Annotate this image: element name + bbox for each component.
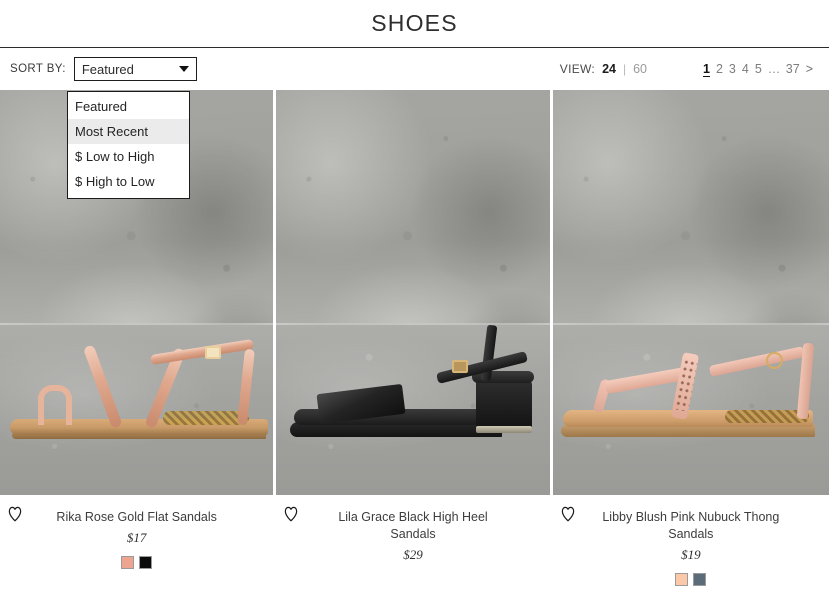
shoe-buckle (205, 346, 222, 359)
pagination: 1 2 3 4 5 … 37 > (703, 62, 813, 77)
product-info: Lila Grace Black High Heel Sandals $29 (276, 495, 549, 573)
product-image-black-block-heel-sandal[interactable] (276, 90, 550, 495)
heart-outline-icon[interactable] (6, 505, 24, 523)
heart-outline-icon[interactable] (559, 505, 577, 523)
view-option-60[interactable]: 60 (633, 62, 647, 76)
shoe-buckle (451, 360, 468, 373)
color-swatches (12, 556, 261, 569)
sort-option-low-to-high[interactable]: $ Low to High (68, 144, 189, 169)
page-link-4[interactable]: 4 (742, 62, 749, 76)
color-swatch[interactable] (121, 556, 135, 569)
shoe-illustration (553, 293, 829, 443)
sort-group: SORT BY: Featured (10, 57, 197, 81)
listing-toolbar: SORT BY: Featured VIEW: 24 | 60 1 2 3 4 … (0, 48, 829, 90)
product-price: $19 (681, 547, 701, 562)
shoe-strap-cross-left (82, 344, 123, 429)
shoe-heel-strap (237, 348, 256, 426)
product-title[interactable]: Libby Blush Pink Nubuck Thong Sandals (565, 509, 817, 543)
product-title[interactable]: Rika Rose Gold Flat Sandals (12, 509, 261, 526)
sort-select-value: Featured (81, 61, 134, 77)
shoe-ankle-strap (708, 346, 806, 377)
page-link-2[interactable]: 2 (716, 62, 723, 76)
shoe-insole-print (163, 411, 250, 425)
product-title[interactable]: Lila Grace Black High Heel Sandals (288, 509, 537, 543)
page-link-3[interactable]: 3 (729, 62, 736, 76)
color-swatches (565, 573, 817, 586)
product-price: $29 (403, 547, 423, 562)
shoe-ankle-strap (149, 338, 255, 366)
pagination-ellipsis: … (767, 61, 781, 76)
chevron-down-icon (178, 66, 189, 72)
product-info: Libby Blush Pink Nubuck Thong Sandals $1… (553, 495, 829, 586)
sort-by-label: SORT BY: (10, 63, 66, 75)
page-link-last[interactable]: 37 (786, 62, 800, 76)
view-option-24[interactable]: 24 (602, 62, 616, 76)
page-title: SHOES (371, 10, 458, 36)
shoe-illustration (0, 293, 273, 443)
sort-select[interactable]: Featured (73, 57, 197, 81)
color-swatch[interactable] (139, 556, 153, 569)
product-card: Lila Grace Black High Heel Sandals $29 (276, 90, 550, 586)
sort-option-high-to-low[interactable]: $ High to Low (68, 169, 189, 194)
shoe-strap-left (604, 366, 688, 395)
color-swatch[interactable] (693, 573, 707, 586)
shoe-toe-loop (38, 385, 72, 425)
product-image-blush-pink-thong-sandal[interactable] (552, 90, 829, 495)
heart-outline-icon[interactable] (282, 505, 300, 523)
view-label: VIEW: (559, 62, 596, 76)
toolbar-right: VIEW: 24 | 60 1 2 3 4 5 … 37 > (560, 62, 813, 77)
sort-option-most-recent[interactable]: Most Recent (68, 119, 189, 144)
color-swatch[interactable] (675, 573, 689, 586)
product-card: Libby Blush Pink Nubuck Thong Sandals $1… (552, 90, 829, 586)
shoe-block-heel (475, 379, 532, 433)
next-page-button[interactable]: > (806, 62, 813, 76)
page-link-1[interactable]: 1 (703, 62, 710, 77)
product-listing-page: SHOES SORT BY: Featured VIEW: 24 | 60 1 … (0, 0, 829, 596)
page-link-5[interactable]: 5 (755, 62, 762, 76)
view-group: VIEW: 24 | 60 (560, 62, 647, 76)
product-info: Rika Rose Gold Flat Sandals $17 (0, 495, 273, 569)
sort-dropdown-menu[interactable]: Featured Most Recent $ Low to High $ Hig… (67, 91, 190, 199)
view-separator: | (622, 62, 627, 76)
page-header: SHOES (0, 0, 829, 48)
sort-option-featured[interactable]: Featured (68, 94, 189, 119)
shoe-buckle (766, 352, 783, 369)
shoe-heel-trim (475, 426, 532, 433)
product-price: $17 (126, 530, 147, 545)
shoe-illustration (276, 293, 549, 443)
